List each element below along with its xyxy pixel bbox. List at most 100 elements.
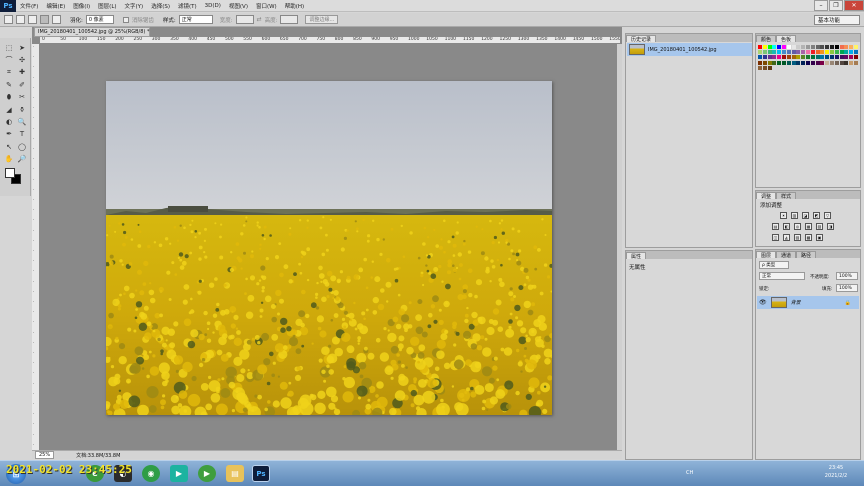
file-explorer-icon[interactable]: ▤ — [226, 465, 244, 482]
color-swatch[interactable] — [758, 45, 762, 49]
color-swatch[interactable] — [834, 60, 839, 65]
marquee-tool-preset-icon[interactable] — [4, 15, 13, 24]
color-swatch[interactable] — [849, 55, 854, 60]
width-input[interactable] — [235, 15, 254, 24]
menu-filter[interactable]: 滤镜(T) — [174, 2, 201, 10]
tool-icon[interactable]: ⬚ — [3, 42, 15, 53]
ime-indicator[interactable]: CH — [686, 470, 693, 476]
tool-icon[interactable]: ⌗ — [3, 67, 15, 78]
adjustment-icon[interactable]: ◪ — [802, 212, 809, 219]
color-swatch[interactable] — [777, 55, 782, 60]
color-swatch[interactable] — [782, 50, 786, 55]
color-swatch[interactable] — [844, 45, 849, 49]
menu-3d[interactable]: 3D(D) — [201, 3, 225, 9]
system-clock[interactable]: 23:45 2021/2/2 — [818, 464, 854, 480]
color-swatch[interactable] — [762, 65, 767, 70]
color-swatch[interactable] — [854, 60, 858, 65]
visibility-eye-icon[interactable]: 👁 — [759, 299, 767, 306]
color-swatch[interactable] — [810, 50, 815, 55]
menu-view[interactable]: 视图(V) — [225, 2, 252, 10]
tool-icon[interactable]: ✂ — [16, 92, 28, 103]
color-swatch[interactable] — [782, 55, 786, 60]
color-swatch[interactable] — [844, 55, 849, 60]
color-swatch[interactable] — [825, 45, 830, 49]
tool-icon[interactable]: ✎ — [3, 79, 15, 90]
tab-layers[interactable]: 图层 — [756, 251, 777, 259]
tab-styles[interactable]: 样式 — [776, 192, 797, 200]
color-swatch[interactable] — [777, 60, 782, 65]
color-swatch[interactable] — [820, 50, 825, 55]
color-swatch[interactable] — [810, 60, 815, 65]
adjustment-icon[interactable]: ▨ — [794, 234, 801, 241]
new-selection-icon[interactable] — [16, 15, 25, 24]
tool-icon[interactable]: ◐ — [3, 116, 15, 127]
menu-type[interactable]: 文字(Y) — [121, 2, 148, 10]
adjustment-icon[interactable]: ▦ — [805, 223, 812, 230]
color-swatch[interactable] — [844, 50, 849, 55]
color-swatch[interactable] — [825, 50, 830, 55]
adjustment-icon[interactable]: ◧ — [783, 223, 790, 230]
color-swatch[interactable] — [806, 60, 810, 65]
tool-icon[interactable]: ↖ — [3, 141, 15, 152]
color-swatch[interactable] — [854, 45, 858, 49]
fill-input[interactable]: 100% — [836, 284, 858, 292]
layer-background[interactable]: 👁 背景 🔒 — [757, 296, 859, 309]
tab-channels[interactable]: 通道 — [776, 251, 797, 259]
foreground-color-swatch[interactable] — [5, 168, 15, 178]
document-tab[interactable]: IMG_20180401_100542.jpg @ 25%(RGB/8) * — [34, 27, 150, 37]
doc-info[interactable]: 文档:33.8M/33.8M — [76, 452, 120, 459]
color-swatch[interactable] — [777, 45, 782, 49]
color-swatch[interactable] — [758, 55, 762, 60]
color-swatch[interactable] — [834, 45, 839, 49]
color-swatch[interactable] — [820, 60, 825, 65]
tab-properties[interactable]: 属性 — [626, 252, 647, 260]
color-swatch[interactable] — [820, 45, 825, 49]
color-swatch[interactable] — [782, 60, 786, 65]
color-swatch[interactable] — [791, 45, 796, 49]
workspace-select[interactable]: 基本功能 — [814, 15, 860, 25]
color-swatch[interactable] — [758, 65, 762, 70]
color-swatch[interactable] — [806, 55, 810, 60]
tool-icon[interactable]: ◢ — [3, 104, 15, 115]
color-swatch[interactable] — [772, 55, 777, 60]
color-swatch[interactable] — [796, 55, 801, 60]
color-swatch[interactable] — [772, 45, 777, 49]
antialias-checkbox[interactable] — [122, 16, 129, 23]
menu-image[interactable]: 图像(I) — [69, 2, 94, 10]
color-swatch[interactable] — [801, 60, 806, 65]
color-swatch[interactable] — [849, 50, 854, 55]
tool-icon[interactable]: ➤ — [16, 42, 28, 53]
color-swatch[interactable] — [767, 65, 772, 70]
adjustment-icon[interactable]: ▽ — [824, 212, 831, 219]
history-snapshot[interactable]: IMG_20180401_100542.jpg — [627, 43, 752, 56]
color-swatch[interactable] — [758, 60, 762, 65]
adjustment-icon[interactable]: ◫ — [772, 234, 779, 241]
adjustment-icon[interactable]: ▤ — [772, 223, 779, 230]
adjustment-icon[interactable]: ◭ — [783, 234, 790, 241]
swatch-grid[interactable] — [756, 42, 860, 82]
adjustment-icon[interactable]: ◩ — [813, 212, 820, 219]
menu-file[interactable]: 文件(F) — [16, 2, 42, 10]
color-swatch[interactable] — [844, 60, 849, 65]
color-swatch[interactable] — [815, 60, 820, 65]
color-swatch[interactable] — [839, 50, 844, 55]
color-swatch[interactable] — [806, 45, 810, 49]
feather-input[interactable]: 0 像素 — [85, 15, 114, 24]
color-swatch[interactable] — [830, 50, 834, 55]
vertical-scrollbar[interactable] — [617, 44, 622, 450]
close-icon[interactable]: ✕ — [844, 0, 864, 11]
tab-swatches[interactable]: 色板 — [776, 35, 797, 43]
color-swatch[interactable] — [791, 50, 796, 55]
color-swatch[interactable] — [810, 45, 815, 49]
photoshop-taskbar-icon[interactable]: Ps — [252, 465, 270, 482]
color-swatch[interactable] — [830, 55, 834, 60]
color-swatch[interactable] — [772, 60, 777, 65]
color-swatch[interactable] — [777, 50, 782, 55]
color-swatch[interactable] — [762, 45, 767, 49]
color-swatch[interactable] — [767, 55, 772, 60]
color-swatch[interactable] — [786, 55, 791, 60]
intersect-selection-icon[interactable] — [52, 15, 61, 24]
adjustment-icon[interactable]: ▧ — [816, 223, 823, 230]
color-swatch[interactable] — [810, 55, 815, 60]
color-swatch[interactable] — [791, 55, 796, 60]
